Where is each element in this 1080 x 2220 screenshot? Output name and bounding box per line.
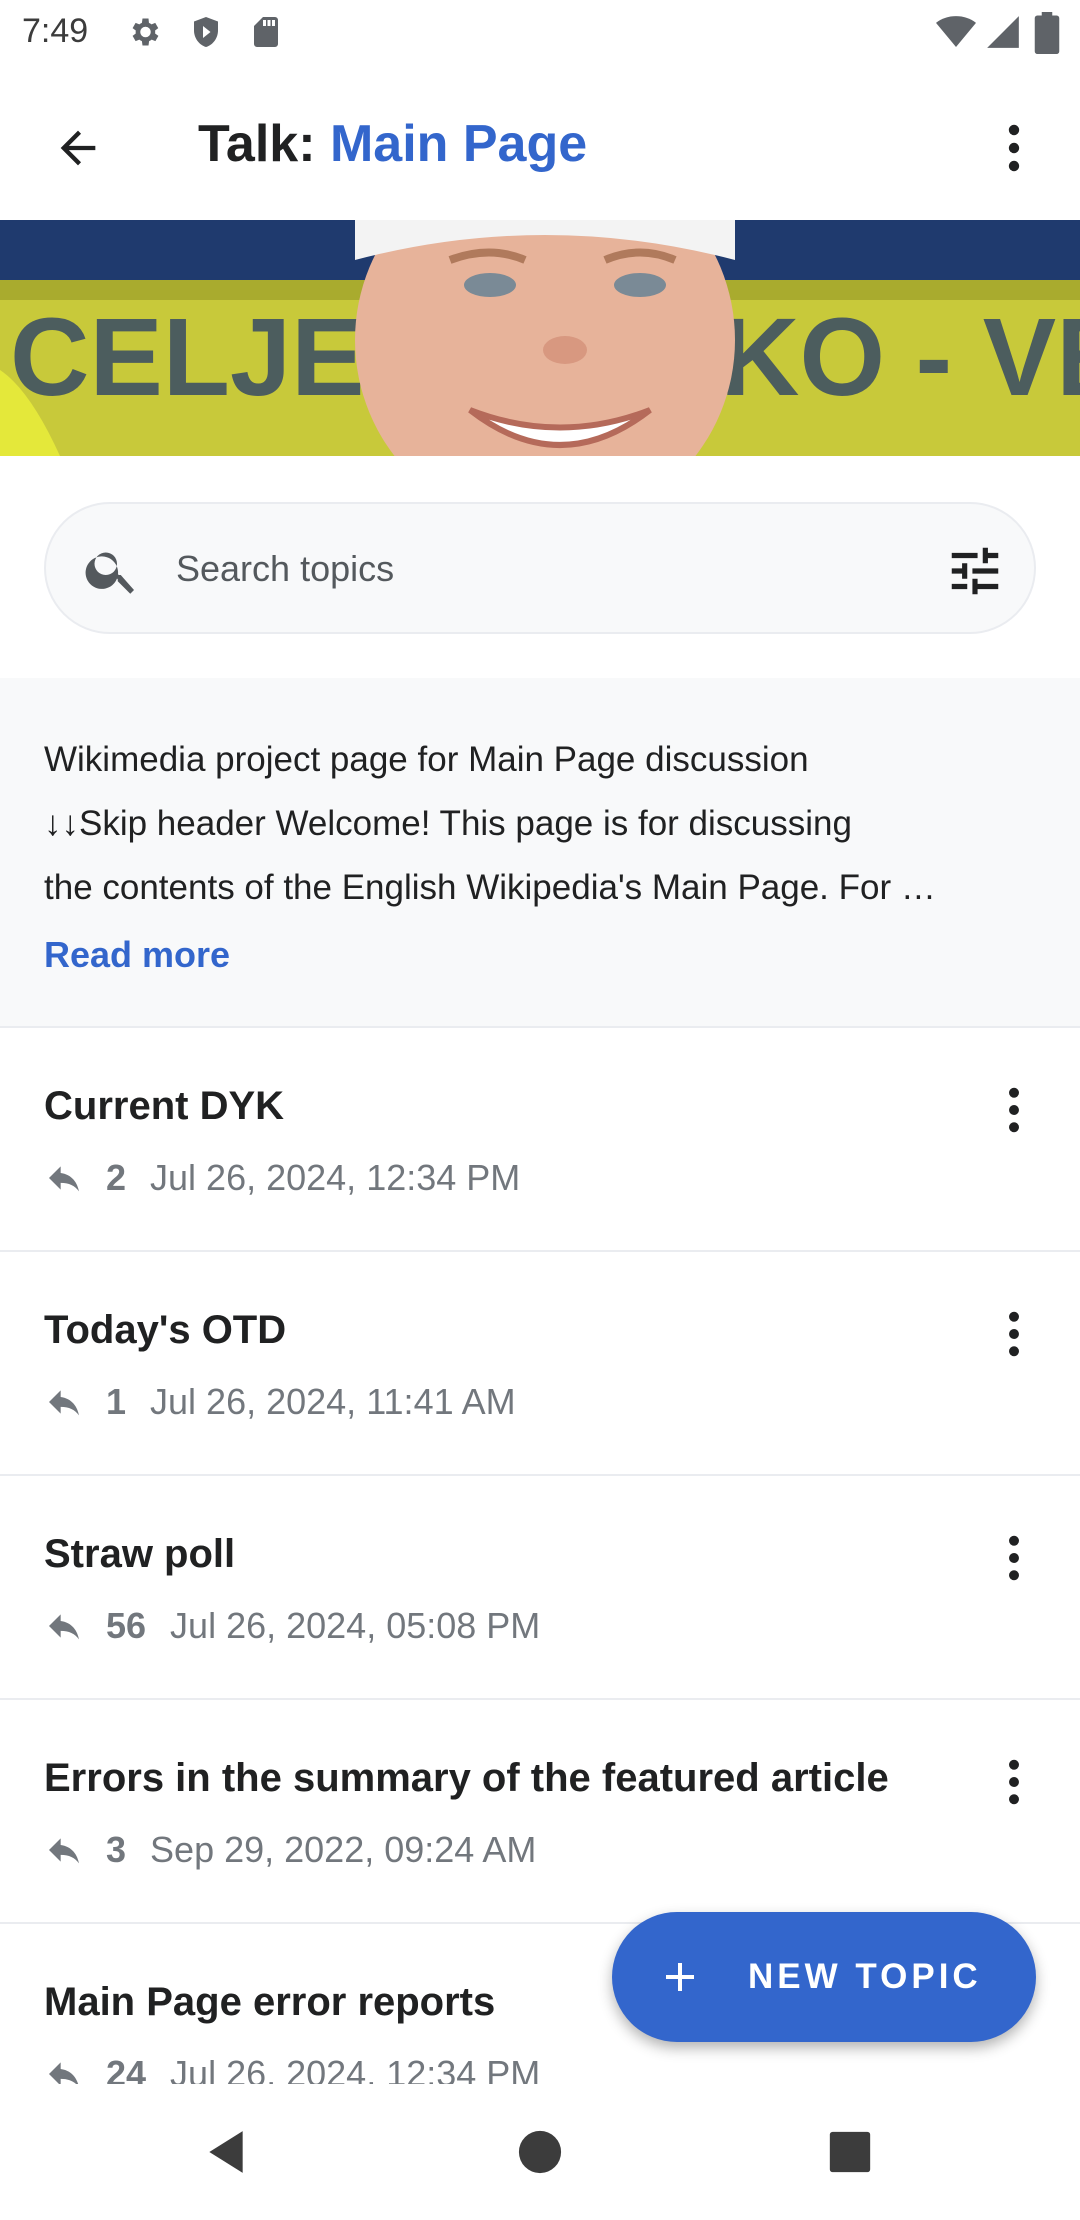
search-input[interactable]: Search topics: [44, 502, 1036, 634]
wifi-icon: [936, 16, 976, 47]
topic-meta: 56 Jul 26, 2024, 05:08 PM: [44, 1604, 540, 1648]
app-bar: Talk: Main Page: [0, 66, 1080, 220]
topic-menu-button[interactable]: [982, 1302, 1046, 1366]
new-topic-label: NEW TOPIC: [748, 1957, 982, 1996]
read-more-link[interactable]: Read more: [44, 934, 230, 976]
reply-count: 56: [106, 1605, 147, 1646]
reply-count: 2: [106, 1157, 127, 1198]
topic-date: Sep 29, 2022, 09:24 AM: [150, 1829, 537, 1870]
topic-title: Errors in the summary of the featured ar…: [44, 1756, 889, 1800]
more-vert-icon: [1009, 1759, 1019, 1805]
back-button[interactable]: [40, 110, 116, 186]
reply-icon: [49, 1166, 79, 1192]
search-placeholder: Search topics: [176, 548, 395, 589]
nav-back-button[interactable]: [188, 2114, 264, 2190]
settings-icon: [132, 18, 159, 46]
svg-text:KO - VE: KO - VE: [720, 296, 1080, 419]
topic-date: Jul 26, 2024, 11:41 AM: [150, 1381, 516, 1422]
reply-count: 24: [106, 2053, 147, 2084]
overflow-menu-button[interactable]: [982, 110, 1046, 186]
new-topic-button[interactable]: NEW TOPIC: [612, 1912, 1036, 2042]
topic-date: Jul 26, 2024, 05:08 PM: [170, 1605, 541, 1646]
reply-icon: [49, 1390, 79, 1416]
page-banner-image: CELJE KO - VE: [0, 220, 1080, 456]
nav-home-icon: [518, 2130, 562, 2174]
topic-title: Current DYK: [44, 1084, 285, 1128]
header-line: ↓↓Skip header Welcome! This page is for …: [44, 804, 852, 843]
topic-date: Jul 26, 2024, 12:34 PM: [170, 2053, 541, 2084]
status-bar: 7:49: [0, 0, 1080, 66]
banner-photo: CELJE KO - VE: [0, 220, 1080, 456]
page-title: Talk: Main Page: [198, 114, 587, 174]
topic-title: Straw poll: [44, 1532, 236, 1576]
search-area: Search topics: [0, 456, 1080, 678]
more-vert-icon: [1008, 124, 1020, 172]
svg-text:CELJE: CELJE: [10, 296, 365, 419]
topic-menu-button[interactable]: [982, 1526, 1046, 1590]
battery-icon: [1034, 12, 1060, 54]
reply-icon: [49, 1838, 79, 1864]
topic-menu-button[interactable]: [982, 1078, 1046, 1142]
topic-item[interactable]: Current DYK 2 Jul 26, 2024, 12:34 PM: [0, 1028, 1080, 1252]
search-icon: [85, 552, 134, 594]
signal-icon: [987, 16, 1019, 48]
nav-recents-icon: [829, 2131, 871, 2173]
topic-title: Today's OTD: [44, 1308, 287, 1352]
tune-icon[interactable]: [944, 540, 1006, 602]
plus-icon: [666, 1963, 694, 1991]
arrow-back-icon: [60, 130, 96, 166]
topic-item[interactable]: Today's OTD 1 Jul 26, 2024, 11:41 AM: [0, 1252, 1080, 1476]
talk-page-header: Wikimedia project page for Main Page dis…: [0, 678, 1080, 1028]
title-prefix: Talk:: [198, 115, 330, 173]
header-description: Wikimedia project page for Main Page dis…: [44, 728, 1040, 920]
topic-item[interactable]: Errors in the summary of the featured ar…: [0, 1700, 1080, 1924]
nav-back-icon: [209, 2131, 243, 2173]
system-nav-bar: [0, 2084, 1080, 2220]
topic-meta: 3 Sep 29, 2022, 09:24 AM: [44, 1828, 536, 1872]
reply-icon: [49, 2062, 79, 2084]
more-vert-icon: [1009, 1087, 1019, 1133]
topic-meta: 24 Jul 26, 2024, 12:34 PM: [44, 2052, 540, 2084]
status-time: 7:49: [22, 12, 89, 50]
reply-count: 1: [106, 1381, 127, 1422]
sd-card-icon: [254, 17, 278, 47]
more-vert-icon: [1009, 1311, 1019, 1357]
header-line: the contents of the English Wikipedia's …: [44, 868, 936, 907]
topic-title: Main Page error reports: [44, 1980, 496, 2024]
topic-meta: 2 Jul 26, 2024, 12:34 PM: [44, 1156, 520, 1200]
header-line: Wikimedia project page for Main Page dis…: [44, 740, 809, 779]
topic-date: Jul 26, 2024, 12:34 PM: [150, 1157, 521, 1198]
nav-recents-button[interactable]: [812, 2114, 888, 2190]
nav-home-button[interactable]: [502, 2114, 578, 2190]
topic-item[interactable]: Straw poll 56 Jul 26, 2024, 05:08 PM: [0, 1476, 1080, 1700]
reply-count: 3: [106, 1829, 127, 1870]
topic-meta: 1 Jul 26, 2024, 11:41 AM: [44, 1380, 516, 1424]
more-vert-icon: [1009, 1535, 1019, 1581]
topic-menu-button[interactable]: [982, 1750, 1046, 1814]
title-page-link[interactable]: Main Page: [330, 115, 587, 173]
reply-icon: [49, 1614, 79, 1640]
shield-icon: [194, 17, 218, 47]
